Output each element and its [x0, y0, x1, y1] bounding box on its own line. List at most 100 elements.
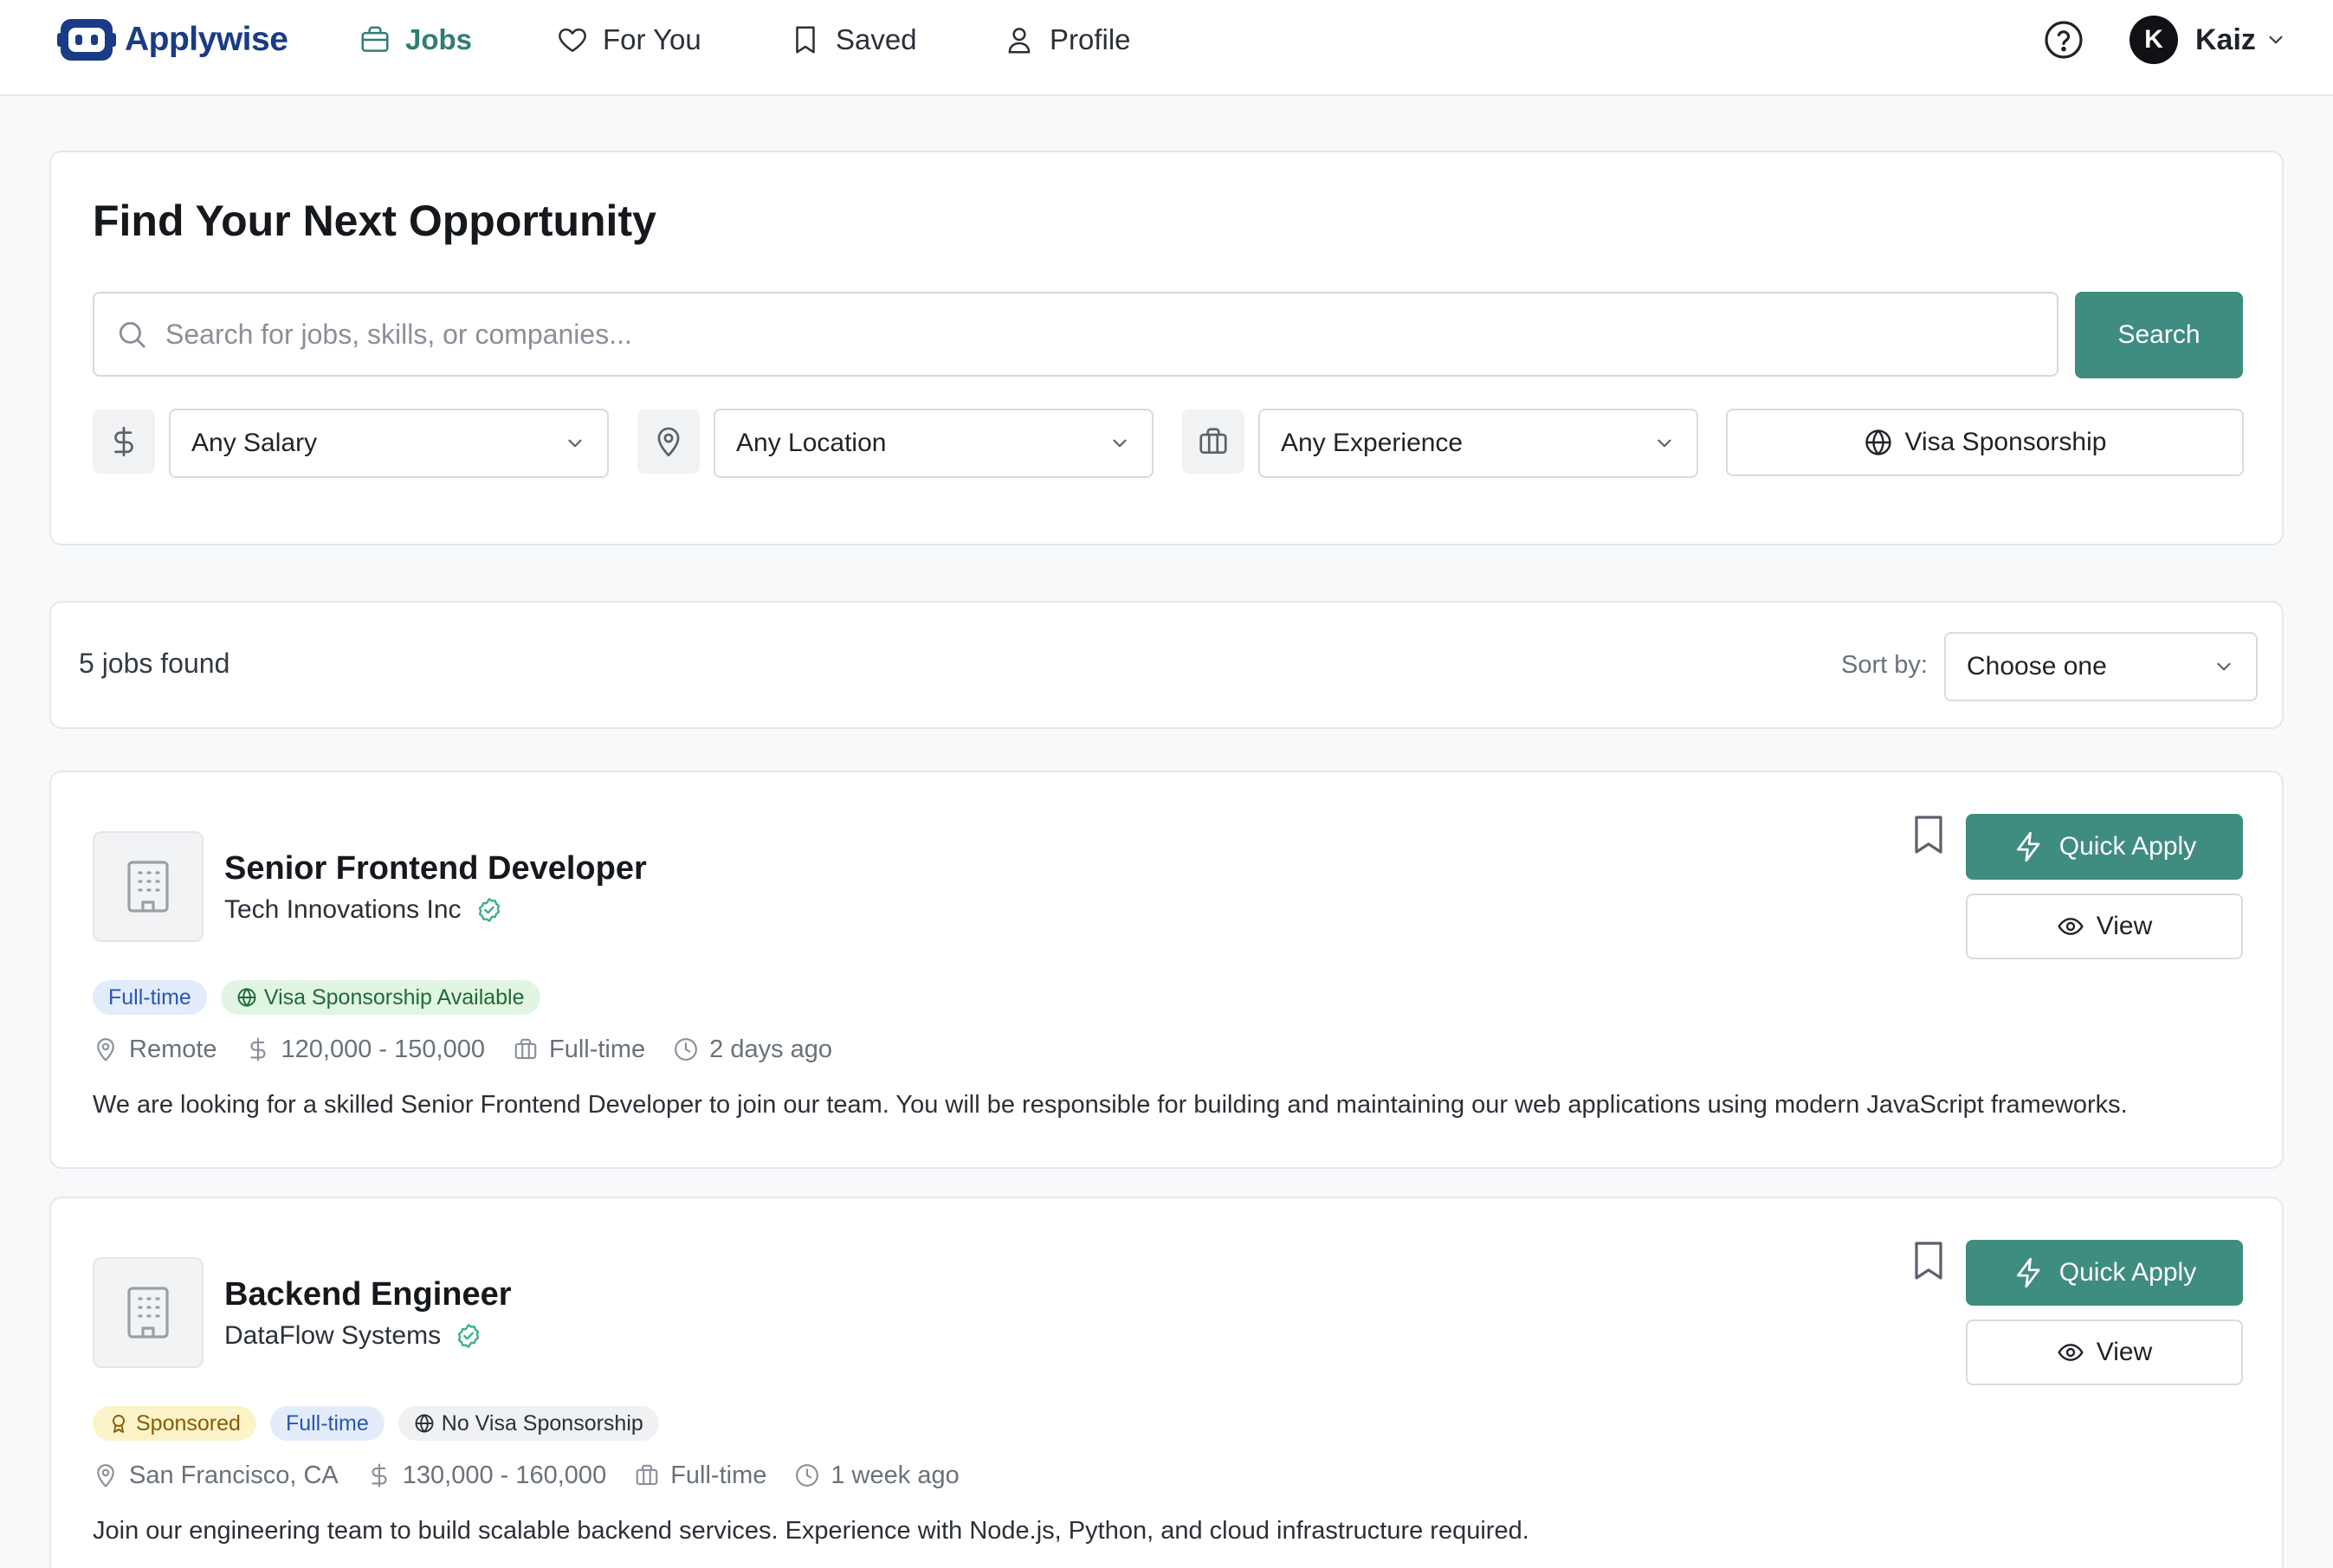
job-meta: San Francisco, CA 130,000 - 160,000 Full…: [93, 1458, 987, 1493]
bookmark-icon[interactable]: [1911, 814, 1946, 855]
briefcase-icon: [1199, 428, 1227, 455]
tag-label: Sponsored: [136, 1410, 241, 1436]
sort-label: Sort by:: [1841, 651, 1928, 679]
chevron-down-icon: [1658, 439, 1671, 448]
dollar-icon: [114, 426, 133, 457]
briefcase-icon: [361, 26, 389, 52]
verified-check-icon: [457, 1324, 480, 1348]
dollar-icon: [372, 1463, 387, 1487]
visa-tag: No Visa Sponsorship: [397, 1406, 659, 1441]
nav-for-you-label: For You: [603, 23, 701, 55]
nav-saved-label: Saved: [836, 23, 917, 55]
job-salary: 130,000 - 160,000: [366, 1462, 606, 1490]
map-pin-icon: [97, 1038, 114, 1061]
tag-label: Visa Sponsorship Available: [263, 984, 525, 1010]
location-select-value: Any Location: [736, 429, 887, 457]
quick-apply-label: Quick Apply: [2058, 832, 2197, 861]
nav-saved[interactable]: Saved: [789, 21, 917, 59]
experience-select-value: Any Experience: [1281, 429, 1464, 457]
bookmark-icon[interactable]: [1911, 1240, 1946, 1281]
chevron-down-icon: [2269, 35, 2283, 44]
robot-logo-icon: [57, 19, 116, 61]
briefcase-icon: [514, 1038, 537, 1060]
job-type-text: Full-time: [548, 1035, 646, 1063]
experience-filter-icon-box: [1182, 410, 1244, 474]
globe-icon: [1864, 429, 1891, 456]
eye-icon: [2058, 1344, 2084, 1361]
nav-profile-label: Profile: [1050, 23, 1131, 55]
experience-select[interactable]: Any Experience: [1258, 409, 1698, 478]
brand[interactable]: Applywise: [57, 16, 288, 64]
view-button[interactable]: View: [1966, 894, 2243, 959]
view-label: View: [2096, 912, 2153, 940]
job-tags: Full-time Visa Sponsorship Available: [93, 980, 540, 1015]
globe-icon: [415, 1414, 434, 1433]
page-title: Find Your Next Opportunity: [93, 197, 656, 245]
search-box[interactable]: [93, 292, 2058, 377]
building-icon: [127, 861, 169, 913]
job-title[interactable]: Senior Frontend Developer: [224, 850, 647, 887]
search-input[interactable]: [165, 308, 2057, 360]
tag-label: Full-time: [108, 984, 191, 1010]
heart-icon: [559, 28, 586, 52]
sponsored-tag: Sponsored: [93, 1406, 256, 1441]
user-name: Kaiz: [2195, 23, 2256, 56]
results-bar: 5 jobs found Sort by: Choose one: [49, 601, 2284, 729]
sort-select[interactable]: Choose one: [1944, 632, 2258, 701]
brand-name: Applywise: [125, 21, 288, 58]
job-posted: 1 week ago: [794, 1461, 960, 1490]
visa-sponsorship-toggle[interactable]: Visa Sponsorship: [1726, 409, 2244, 476]
job-description: We are looking for a skilled Senior Fron…: [93, 1091, 2128, 1119]
visa-tag: Visa Sponsorship Available: [220, 980, 540, 1015]
search-icon: [119, 321, 145, 348]
user-menu[interactable]: K Kaiz: [2129, 14, 2287, 66]
chevron-down-icon: [1113, 439, 1127, 448]
help-circle-icon[interactable]: [2043, 19, 2084, 61]
globe-icon: [237, 988, 256, 1007]
results-count: 5 jobs found: [79, 648, 230, 679]
job-type: Full-time: [634, 1462, 766, 1490]
employment-type-tag: Full-time: [93, 980, 207, 1015]
building-icon: [127, 1287, 169, 1339]
job-company: Tech Innovations Inc: [224, 895, 503, 925]
quick-apply-button[interactable]: Quick Apply: [1966, 1240, 2243, 1306]
nav-jobs[interactable]: Jobs: [359, 21, 472, 59]
briefcase-icon: [636, 1464, 658, 1486]
quick-apply-button[interactable]: Quick Apply: [1966, 814, 2243, 880]
job-location: San Francisco, CA: [93, 1462, 339, 1490]
bookmark-icon: [796, 26, 815, 54]
salary-filter-icon-box: [93, 410, 155, 474]
job-salary-text: 130,000 - 160,000: [402, 1461, 607, 1489]
job-title[interactable]: Backend Engineer: [224, 1276, 512, 1313]
view-button[interactable]: View: [1966, 1320, 2243, 1385]
salary-select-value: Any Salary: [191, 429, 318, 457]
nav-jobs-label: Jobs: [405, 23, 473, 55]
nav-profile[interactable]: Profile: [1003, 21, 1131, 59]
company-name: Tech Innovations Inc: [224, 895, 462, 924]
job-salary-text: 120,000 - 150,000: [281, 1035, 485, 1063]
nav-for-you[interactable]: For You: [556, 21, 701, 59]
top-navigation: Applywise Jobs For You Saved Profile K K…: [0, 0, 2333, 96]
avatar: K: [2129, 16, 2178, 64]
job-tags: Sponsored Full-time No Visa Sponsorship: [93, 1406, 659, 1441]
salary-select[interactable]: Any Salary: [169, 409, 609, 478]
clock-icon: [796, 1464, 819, 1487]
job-posted: 2 days ago: [673, 1036, 832, 1064]
verified-check-icon: [478, 898, 500, 922]
location-select[interactable]: Any Location: [714, 409, 1154, 478]
dollar-icon: [249, 1037, 266, 1061]
award-icon: [113, 1415, 125, 1433]
search-panel: Find Your Next Opportunity Search Any Sa…: [49, 151, 2284, 545]
tag-label: No Visa Sponsorship: [441, 1410, 643, 1436]
location-filter-icon-box: [637, 410, 700, 474]
job-card[interactable]: Senior Frontend Developer Tech Innovatio…: [49, 771, 2284, 1169]
company-logo: [93, 831, 204, 942]
job-meta: Remote 120,000 - 150,000 Full-time 2 day…: [93, 1032, 860, 1067]
job-location: Remote: [93, 1036, 217, 1064]
job-card[interactable]: Backend Engineer DataFlow Systems Quick …: [49, 1197, 2284, 1568]
lightning-icon: [2016, 831, 2040, 862]
search-button[interactable]: Search: [2075, 292, 2243, 378]
job-location-text: Remote: [129, 1035, 217, 1063]
eye-icon: [2058, 918, 2084, 935]
job-posted-text: 1 week ago: [830, 1461, 960, 1489]
